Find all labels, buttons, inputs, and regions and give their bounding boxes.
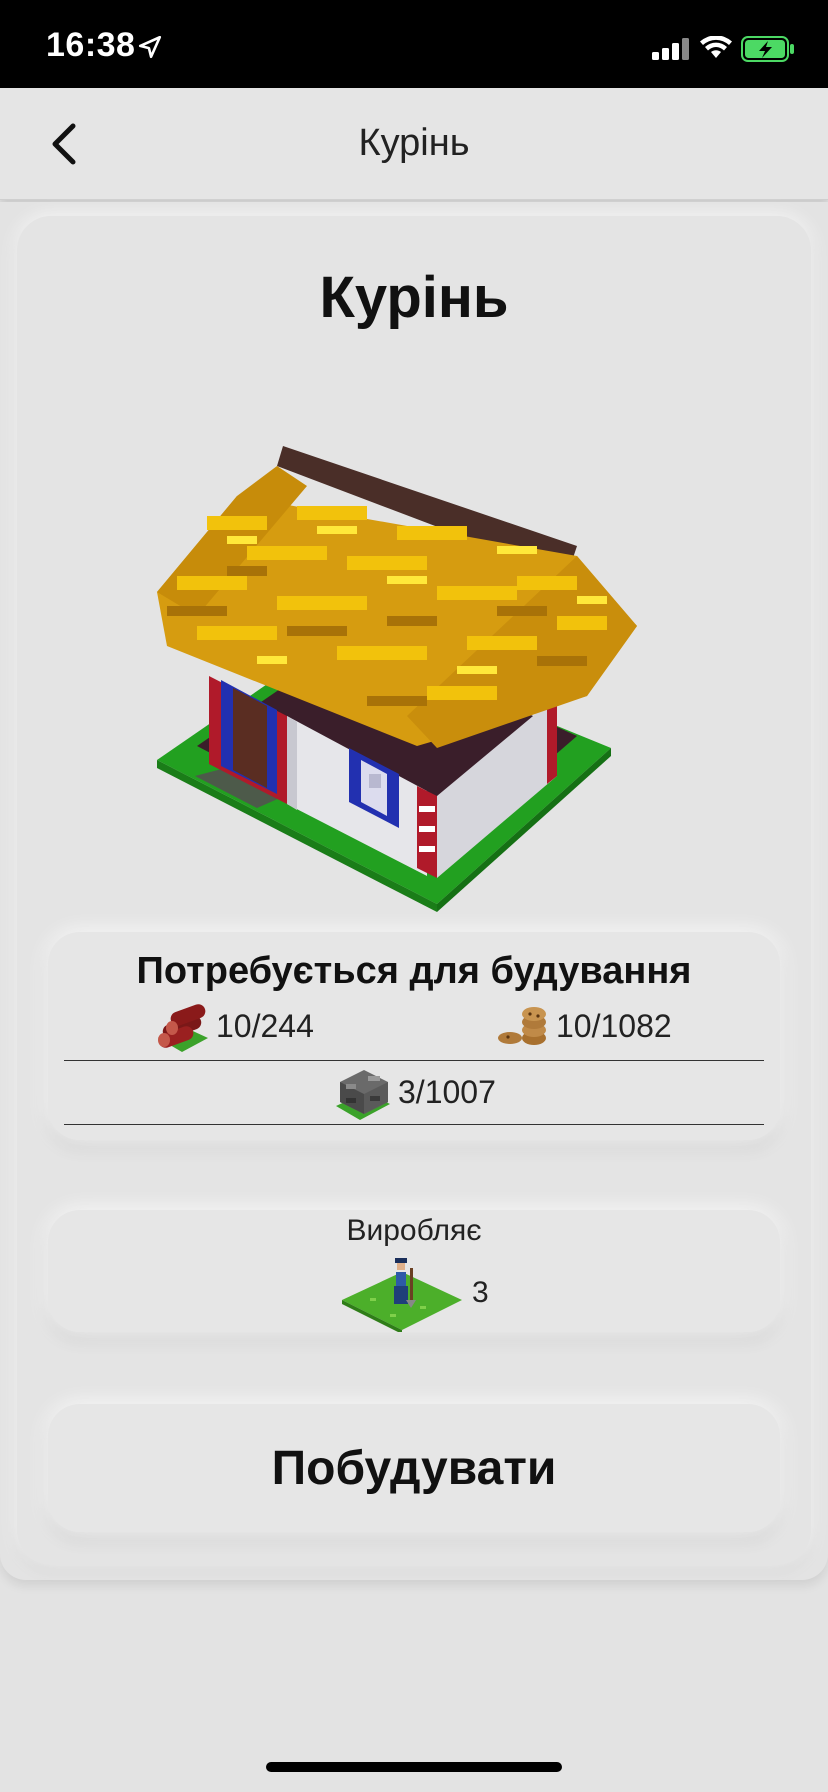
building-title: Курінь [319,265,509,330]
battery-charging-icon [741,36,794,62]
cellular-signal-icon [652,38,689,60]
home-indicator[interactable] [266,1762,562,1772]
wifi-icon [700,36,732,58]
stone-value: 3/1007 [398,1073,496,1110]
stone-icon [336,1070,390,1120]
produces-value: 3 [472,1276,489,1309]
build-button[interactable]: Побудувати [48,1404,780,1532]
divider [64,1060,764,1061]
logs-icon [158,1004,208,1052]
requirements-title: Потребується для будування [136,950,692,992]
villager-icon [342,1258,462,1332]
requirement-food: 10/1082 [496,1004,672,1048]
building-image [157,446,637,912]
requirements-panel: Потребується для будування 10/244 10/108… [48,932,780,1140]
building-card: Курінь Потребується для будування 10/244… [17,216,811,1564]
food-value: 10/1082 [556,1007,672,1044]
wood-value: 10/244 [216,1007,314,1044]
requirement-stone: 3/1007 [332,1062,496,1122]
status-time: 16:38 [46,26,136,64]
location-arrow-icon [138,35,162,59]
content-container: Курінь Потребується для будування 10/244… [0,202,828,1580]
nav-title: Курінь [358,122,470,164]
navigation-bar: Курінь [0,88,828,200]
cookies-icon [498,1007,546,1045]
status-bar: 16:38 [0,0,828,88]
requirement-wood: 10/244 [152,998,314,1054]
produces-label: Виробляє [346,1214,482,1247]
divider [64,1124,764,1125]
produces-panel: Виробляє 3 [48,1210,780,1332]
